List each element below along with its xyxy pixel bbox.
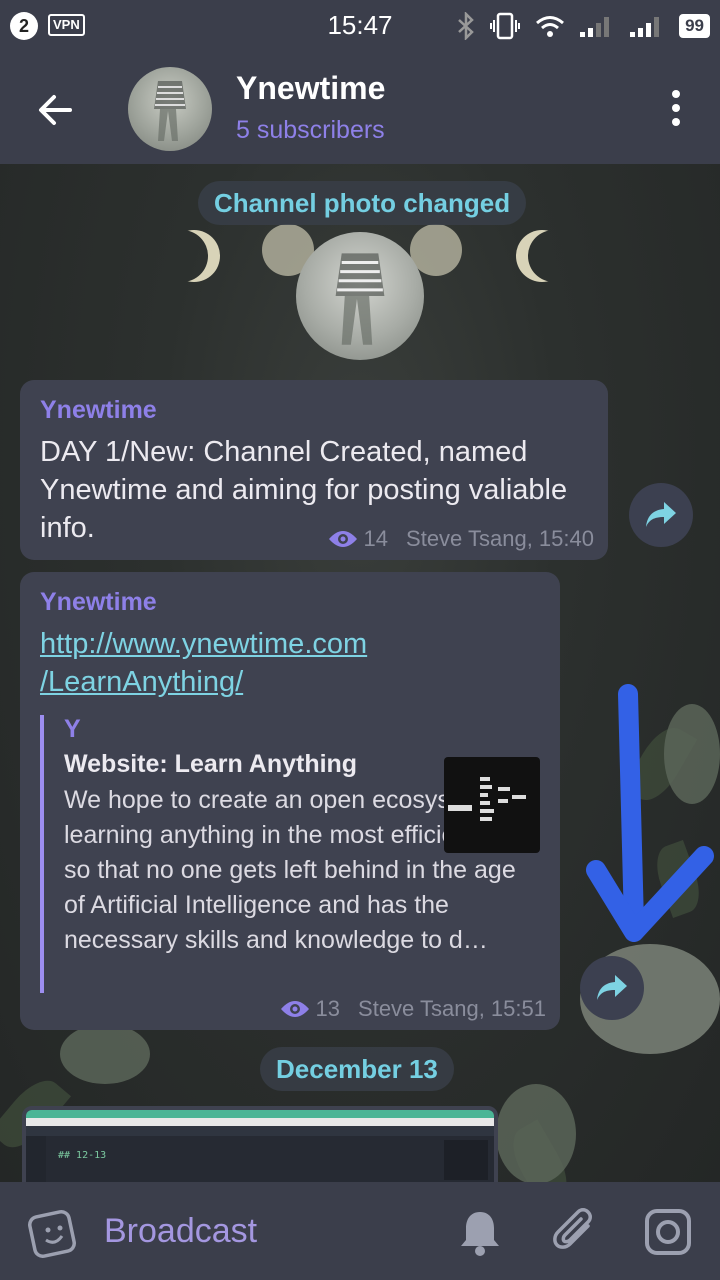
sticker-icon[interactable] (28, 1206, 80, 1258)
share-button[interactable] (580, 956, 644, 1020)
code-line: ## 12-13 (58, 1150, 107, 1161)
bell-icon[interactable] (454, 1206, 506, 1258)
post-signature: Steve Tsang, 15:40 (406, 526, 594, 551)
post-link-line-1[interactable]: http://www.ynewtime.com (40, 625, 540, 663)
wifi-icon (536, 16, 565, 37)
preview-thumbnail (444, 757, 540, 853)
share-button[interactable] (629, 483, 693, 547)
composer-bar: Broadcast (0, 1182, 720, 1280)
signal-weak-icon (580, 17, 610, 37)
channel-post-link[interactable]: Ynewtime http://www.ynewtime.com /LearnA… (20, 572, 560, 1030)
subscriber-count: 5 subscribers (236, 116, 385, 144)
annotation-arrow-icon (586, 684, 714, 942)
figure-illustration (335, 253, 385, 345)
more-vert-icon[interactable] (666, 88, 686, 128)
post-meta: 13 Steve Tsang, 15:51 (280, 996, 546, 1022)
post-meta: 14 Steve Tsang, 15:40 (328, 526, 594, 552)
camera-icon[interactable] (642, 1206, 694, 1258)
signal-strong-icon (630, 17, 660, 37)
share-arrow-icon (597, 975, 627, 1000)
vibrate-icon (490, 12, 521, 40)
views-eye-icon (280, 1001, 309, 1017)
views-eye-icon (328, 531, 357, 547)
post-link-line-2[interactable]: /LearnAnything/ (40, 663, 540, 701)
chat-area[interactable]: Channel photo changed Ynewtime DAY 1/New… (0, 164, 720, 1182)
post-author: Ynewtime (40, 588, 157, 616)
post-signature: Steve Tsang, 15:51 (358, 996, 546, 1021)
paperclip-icon[interactable] (550, 1206, 602, 1258)
link-preview[interactable]: Y Website: Learn Anything We hope to cre… (40, 715, 540, 993)
app-bar: Ynewtime 5 subscribers (0, 52, 720, 164)
figure-illustration (154, 81, 186, 141)
back-arrow-icon[interactable] (30, 84, 82, 136)
new-channel-photo[interactable] (296, 232, 424, 360)
service-message-photo-changed: Channel photo changed (198, 181, 527, 225)
status-icons: 99 (457, 10, 710, 42)
battery-indicator: 99 (679, 14, 710, 38)
view-count: 14 (363, 526, 389, 551)
share-arrow-icon (646, 502, 676, 527)
view-count: 13 (315, 996, 341, 1021)
channel-title: Ynewtime (236, 70, 386, 106)
channel-avatar[interactable] (128, 67, 212, 151)
status-bar: 2 VPN 15:47 99 (0, 0, 720, 52)
channel-post[interactable]: Ynewtime DAY 1/New: Channel Created, nam… (20, 380, 608, 560)
post-author: Ynewtime (40, 396, 157, 424)
preview-site-name: Y (64, 715, 81, 743)
date-separator: December 13 (260, 1047, 454, 1091)
image-message[interactable]: ## 12-13 (22, 1106, 498, 1182)
broadcast-input[interactable]: Broadcast (104, 1212, 257, 1251)
bluetooth-icon (458, 12, 474, 40)
